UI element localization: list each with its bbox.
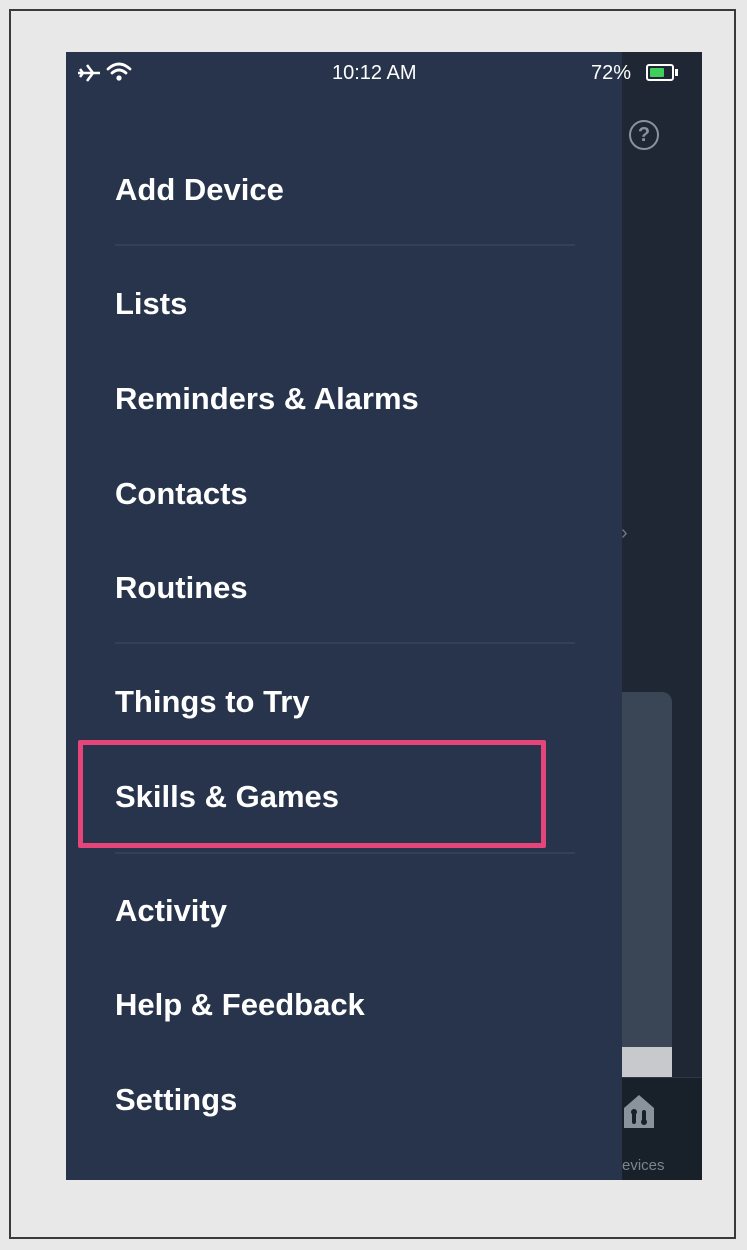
menu-item-help-feedback[interactable]: Help & Feedback [115,987,365,1023]
menu-item-add-device[interactable]: Add Device [115,172,284,208]
battery-icon [646,64,674,81]
status-time: 10:12 AM [332,62,417,84]
menu-item-contacts[interactable]: Contacts [115,476,248,512]
battery-level-fill [650,68,664,77]
menu-item-things-to-try[interactable]: Things to Try [115,684,310,720]
navigation-drawer: Add Device Lists Reminders & Alarms Cont… [66,52,622,1180]
status-bar: 10:12 AM 72% [66,52,702,96]
battery-tip [675,69,678,76]
wifi-icon [106,62,132,81]
phone-screen: ? › evices Add Device Lists Reminders & … [66,52,702,1180]
menu-item-routines[interactable]: Routines [115,570,248,606]
menu-item-reminders-alarms[interactable]: Reminders & Alarms [115,381,419,417]
menu-item-settings[interactable]: Settings [115,1082,237,1118]
help-icon[interactable]: ? [629,120,659,150]
airplane-icon [78,64,100,82]
tab-devices-label[interactable]: evices [622,1157,665,1174]
menu-item-activity[interactable]: Activity [115,893,227,929]
devices-icon[interactable] [621,1092,657,1130]
battery-percent: 72% [591,62,632,84]
divider [115,642,575,644]
divider [115,244,575,246]
menu-item-lists[interactable]: Lists [115,286,187,322]
divider [115,852,575,854]
highlight-box [78,740,546,848]
chevron-right-icon: › [621,522,628,544]
